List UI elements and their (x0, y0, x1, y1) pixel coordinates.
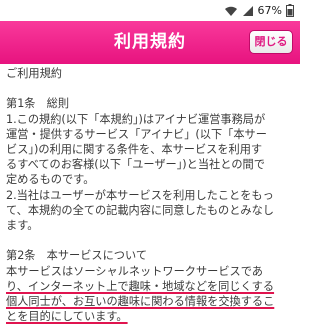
status-bar: 67% (0, 0, 300, 21)
signal-icon (242, 5, 254, 17)
terms-content: ご利用規約 第1条 総則 1.この規約(以下「本規約」)はアイナビ運営事務局が … (6, 66, 294, 324)
article1-line: ます。 (6, 219, 39, 233)
battery-percent: 67% (257, 4, 282, 17)
article2-line: 本サービスはソーシャルネットワークサービスであ (6, 264, 263, 278)
article1-line: るすべてのお客様(以下「ユーザー」)と当社との間で (6, 158, 265, 172)
status-icons: 67% (224, 3, 294, 18)
terms-heading: ご利用規約 (6, 67, 62, 80)
article2-line-underlined: とを目的にしています。 (6, 310, 128, 324)
wifi-icon (224, 5, 238, 17)
article1-line: て、本規約の全ての記載内容に同意したものとみなし (6, 203, 274, 217)
article2-line-underlined: り、インターネット上で趣味・地域などを同じくする (6, 279, 275, 293)
article1-title: 第1条 総則 (6, 97, 70, 111)
article2-title: 第2条 本サービスについて (6, 249, 148, 263)
article1-line: 2.当社はユーザーが本サービスを利用したことをもっ (6, 188, 274, 202)
close-button[interactable]: 閉じる (249, 30, 293, 54)
header-bar: 利用規約 閉じる (0, 21, 300, 64)
article1-line: 運営・提供するサービス「アイナビ」(以下「本サー (6, 127, 267, 141)
article2-line-underlined: 個人同士が、お互いの趣味に関わる情報を交換するこ (6, 295, 275, 309)
article1-line: 1.この規約(以下「本規約」)はアイナビ運営事務局が (6, 112, 266, 126)
article1-line: ビス」)の利用に関する条件を、本サービスを利用す (6, 143, 263, 156)
article1-line: 定めるものです。 (6, 173, 95, 187)
battery-icon (286, 4, 294, 17)
